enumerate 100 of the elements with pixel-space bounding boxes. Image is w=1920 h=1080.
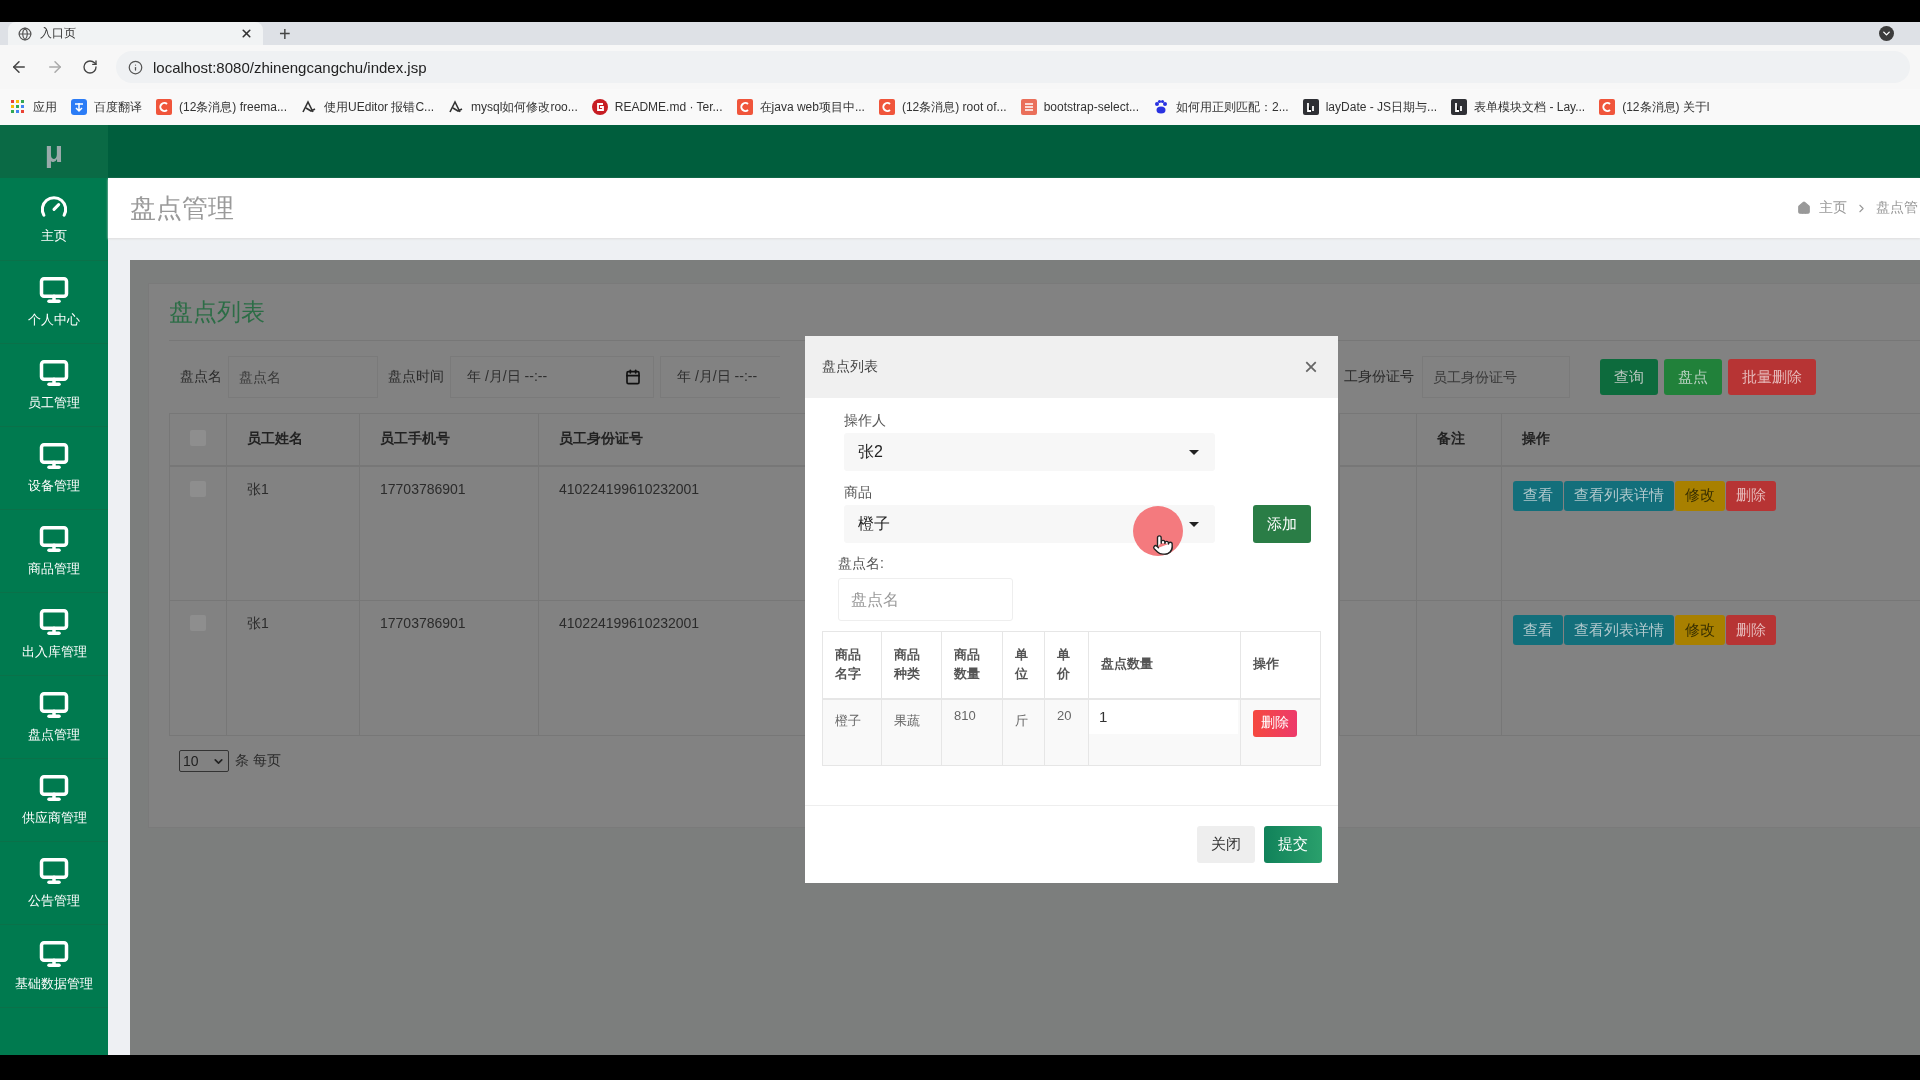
sidebar-item[interactable]: 员工管理 xyxy=(0,344,108,427)
row-action-button[interactable]: 查看列表详情 xyxy=(1564,480,1674,511)
date-field[interactable]: 年 /月/日 --:-- xyxy=(450,356,654,398)
column-header: 单位 xyxy=(1002,631,1045,699)
row-action-button[interactable]: 删除 xyxy=(1726,615,1776,645)
monitor-icon xyxy=(39,358,69,388)
bookmark[interactable]: (12条消息) root of... xyxy=(878,98,1007,116)
sidebar-item[interactable]: 个人中心 xyxy=(0,261,108,344)
bookmark[interactable]: 如何用正则匹配：2... xyxy=(1153,98,1289,116)
bookmark[interactable]: (12条消息) 关于l xyxy=(1599,98,1710,116)
field-label: 盘点名: xyxy=(837,555,885,573)
page-title: 盘点管理 xyxy=(130,191,234,225)
row-action-button[interactable]: 查看 xyxy=(1513,615,1563,645)
column-header: 员工姓名 xyxy=(226,413,360,466)
column-header: 单价 xyxy=(1044,631,1089,699)
date-field[interactable]: 年 /月/日 --:-- xyxy=(660,356,780,398)
column-header: 盘点数量 xyxy=(1088,631,1241,699)
reload-icon[interactable] xyxy=(82,59,98,75)
row-action-button[interactable]: 查看列表详情 xyxy=(1564,615,1674,645)
bookmark-icon xyxy=(156,99,172,115)
info-icon xyxy=(128,59,143,75)
page-size-select[interactable]: 10 xyxy=(179,750,229,772)
home-icon xyxy=(1797,201,1811,215)
caret-icon xyxy=(1189,521,1199,527)
back-icon[interactable] xyxy=(10,58,28,76)
column-header: 商品数量 xyxy=(941,631,1003,699)
dialog-button[interactable]: 提交 xyxy=(1264,826,1322,863)
close-icon[interactable] xyxy=(240,27,253,40)
monitor-icon xyxy=(39,441,69,471)
sidebar-item[interactable]: 设备管理 xyxy=(0,427,108,510)
bookmark-icon xyxy=(301,99,318,115)
modal-title: 盘点列表 xyxy=(822,358,878,376)
new-tab-button[interactable]: + xyxy=(275,22,295,45)
address-bar[interactable]: localhost:8080/zhinengcangchu/index.jsp xyxy=(116,51,1910,83)
bookmark-icon xyxy=(1302,99,1319,115)
dialog-button[interactable]: 关闭 xyxy=(1197,826,1255,863)
delete-button[interactable]: 删除 xyxy=(1253,709,1297,737)
tab-search-icon[interactable] xyxy=(1879,26,1894,41)
sidebar-item[interactable]: 出入库管理 xyxy=(0,593,108,676)
name-field[interactable]: 盘点名 xyxy=(228,356,378,398)
row-action-button[interactable]: 修改 xyxy=(1675,480,1725,511)
calendar-icon xyxy=(625,369,641,385)
bookmark[interactable]: README.md · Ter... xyxy=(591,99,723,115)
bookmark[interactable]: mysql如何修改roo... xyxy=(448,98,578,116)
table-cell: 斤 xyxy=(1002,698,1045,766)
table-cell: 20 xyxy=(1044,698,1089,766)
row-action-button[interactable]: 修改 xyxy=(1675,615,1725,645)
bookmark-icon xyxy=(591,99,608,115)
breadcrumb-item[interactable]: 主页 xyxy=(1819,199,1847,217)
column-header: 操作 xyxy=(1501,413,1920,466)
sidebar-item[interactable]: 盘点管理 xyxy=(0,676,108,759)
toolbar-button[interactable]: 查询 xyxy=(1600,359,1658,395)
bookmark[interactable]: 应用 xyxy=(10,98,57,116)
operator-select[interactable]: 张2 xyxy=(844,433,1215,471)
bookmark[interactable]: 使用UEditor 报错C... xyxy=(301,98,435,116)
bookmark[interactable]: 在java web项目中... xyxy=(736,98,865,116)
bookmark-icon xyxy=(736,99,753,115)
toolbar-button[interactable]: 批量删除 xyxy=(1728,359,1816,395)
monitor-icon xyxy=(39,939,69,969)
column-header: 商品名字 xyxy=(822,631,882,699)
monitor-icon xyxy=(39,690,69,720)
page-size-label: 条 每页 xyxy=(235,752,281,770)
monitor-icon xyxy=(39,607,69,637)
apps-grid-icon xyxy=(10,99,26,115)
browser-tab[interactable]: 入口页 xyxy=(8,22,263,45)
monitor-icon xyxy=(39,773,69,803)
breadcrumb-item[interactable]: 盘点管 xyxy=(1876,199,1918,217)
table-cell: 张1 xyxy=(226,600,360,736)
monitor-icon xyxy=(39,275,69,305)
table-cell: 17703786901 xyxy=(359,600,539,736)
bookmark[interactable]: (12条消息) freema... xyxy=(156,98,288,116)
globe-icon xyxy=(18,26,32,41)
row-action-button[interactable]: 查看 xyxy=(1513,480,1563,511)
bookmark-icon xyxy=(1451,99,1468,115)
field-label: 操作人 xyxy=(843,412,887,430)
table-cell: 张1 xyxy=(226,465,360,601)
monitor-icon xyxy=(39,856,69,886)
bookmark[interactable]: 百度翻译 xyxy=(71,98,142,116)
toolbar-button[interactable]: 盘点 xyxy=(1664,359,1722,395)
filter-label: 工身份证号 xyxy=(1344,368,1414,386)
close-button[interactable]: × xyxy=(1304,355,1318,379)
product-select[interactable]: 橙子 xyxy=(844,505,1215,543)
filter-label: 盘点时间 xyxy=(388,368,444,386)
logo: μ xyxy=(0,125,108,178)
bookmark[interactable]: layDate - JS日期与... xyxy=(1302,98,1438,116)
field-label: 商品 xyxy=(843,484,873,502)
bookmark[interactable]: bootstrap-select... xyxy=(1020,99,1139,115)
add-button[interactable]: 添加 xyxy=(1253,505,1311,543)
sidebar-item[interactable]: 公告管理 xyxy=(0,842,108,925)
column-header: 员工手机号 xyxy=(359,413,539,466)
sidebar-item[interactable]: 基础数据管理 xyxy=(0,925,108,1008)
sidebar-item[interactable]: 商品管理 xyxy=(0,510,108,593)
bookmark[interactable]: 表单模块文档 - Lay... xyxy=(1451,98,1586,116)
count-field[interactable]: 1 xyxy=(1089,699,1238,734)
sidebar-item[interactable]: 供应商管理 xyxy=(0,759,108,842)
id-card-field[interactable]: 员工身份证号 xyxy=(1422,356,1570,398)
row-action-button[interactable]: 删除 xyxy=(1726,480,1776,511)
caret-icon xyxy=(1189,449,1199,455)
bookmark-icon xyxy=(448,99,465,115)
translate-icon xyxy=(71,99,87,115)
